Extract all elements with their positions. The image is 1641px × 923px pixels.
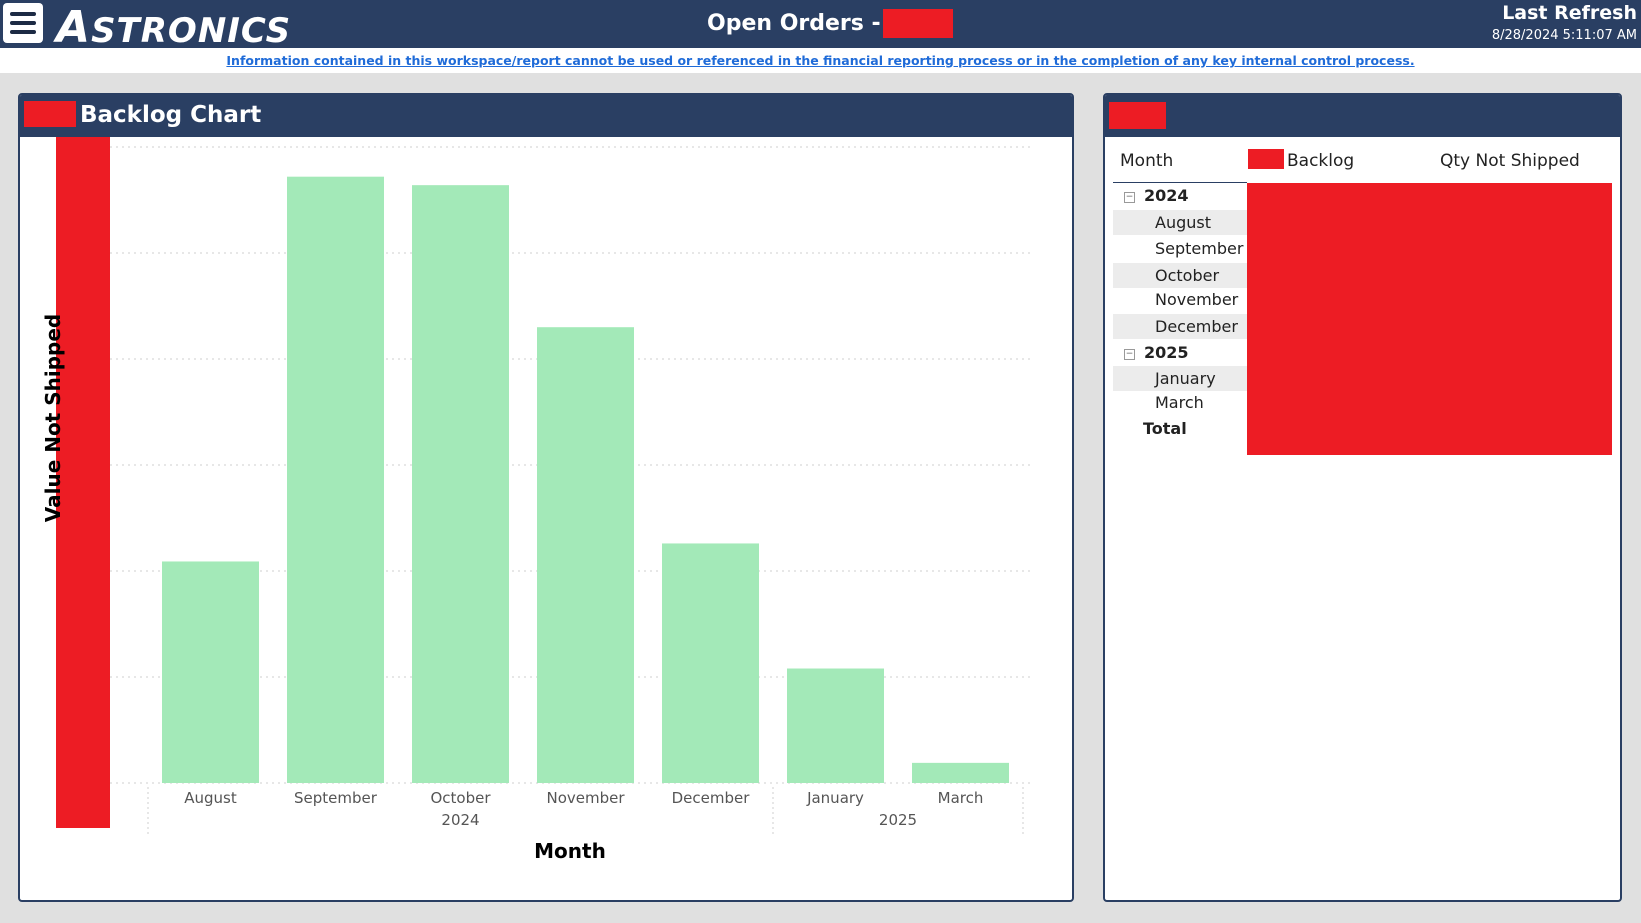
row-label: October [1155, 266, 1220, 285]
table-row-month[interactable]: January [1113, 366, 1247, 391]
column-header-qty-not-shipped[interactable]: Qty Not Shipped [1440, 151, 1580, 171]
bar-september[interactable] [287, 176, 384, 783]
bar-december[interactable] [662, 543, 759, 783]
collapse-icon[interactable]: − [1124, 349, 1135, 360]
backlog-table-panel: Month Backlog Qty Not Shipped −2024 Augus… [1103, 93, 1622, 902]
row-label: December [1155, 317, 1238, 336]
table-row-month[interactable]: September [1113, 236, 1247, 261]
table-row-total[interactable]: Total [1113, 416, 1247, 441]
x-tick-label: September [294, 789, 378, 807]
row-label: August [1155, 213, 1211, 232]
x-tick-label: March [938, 789, 984, 807]
table-row-year[interactable]: −2025 [1113, 340, 1247, 365]
table-row-month[interactable]: December [1113, 314, 1247, 339]
redacted-block [24, 101, 76, 127]
table-row-month[interactable]: October [1113, 263, 1247, 288]
x-axis-label: Month [534, 839, 606, 863]
table-row-month[interactable]: August [1113, 210, 1247, 235]
table-row-month[interactable]: March [1113, 390, 1247, 415]
x-tick-label: August [184, 789, 237, 807]
table-row-year[interactable]: −2024 [1113, 183, 1247, 208]
table-panel-header [1105, 95, 1620, 137]
last-refresh-title: Last Refresh [1502, 2, 1637, 24]
x-tick-label: October [430, 789, 491, 807]
backlog-bar-chart: August September October November December Ja… [110, 146, 1030, 835]
row-label: March [1155, 393, 1204, 412]
redacted-block [1109, 102, 1166, 129]
astronics-logo: ASTRONICS [56, 2, 292, 53]
page-title: Open Orders - [707, 9, 953, 38]
x-group-label: 2024 [441, 811, 479, 829]
redacted-values [1247, 183, 1612, 455]
bar-august[interactable] [162, 561, 259, 783]
row-label: Total [1143, 419, 1187, 438]
redacted-block [882, 9, 953, 38]
bar-october[interactable] [412, 185, 509, 783]
table-row-month[interactable]: November [1113, 287, 1247, 312]
collapse-icon[interactable]: − [1124, 192, 1135, 203]
bar-march[interactable] [912, 762, 1009, 783]
column-header-backlog[interactable]: Backlog [1287, 151, 1354, 171]
row-label: September [1155, 239, 1244, 258]
backlog-chart-panel: Backlog Chart Value Not Shipped August Se… [18, 93, 1074, 902]
x-tick-label: December [672, 789, 751, 807]
row-label: November [1155, 290, 1239, 309]
x-tick-label: January [806, 789, 864, 807]
backlog-chart-header: Backlog Chart [20, 95, 1072, 137]
row-label: 2024 [1144, 186, 1189, 205]
last-refresh-time: 8/28/2024 5:11:07 AM [1491, 28, 1637, 43]
page-title-text: Open Orders - [707, 11, 881, 36]
column-header-month[interactable]: Month [1120, 151, 1173, 171]
backlog-chart-title: Backlog Chart [80, 102, 262, 128]
bar-january[interactable] [787, 668, 884, 783]
notice-bar: Information contained in this workspace/… [0, 48, 1641, 73]
x-group-label: 2025 [879, 811, 917, 829]
bar-november[interactable] [537, 327, 634, 783]
row-label: 2025 [1144, 343, 1189, 362]
notice-link[interactable]: Information contained in this workspace/… [226, 53, 1414, 68]
top-bar: ASTRONICS Open Orders - Last Refresh 8/2… [0, 0, 1641, 53]
hamburger-menu-icon[interactable] [3, 3, 43, 43]
row-label: January [1155, 369, 1216, 388]
x-tick-label: November [546, 789, 625, 807]
redacted-block [1248, 149, 1284, 169]
